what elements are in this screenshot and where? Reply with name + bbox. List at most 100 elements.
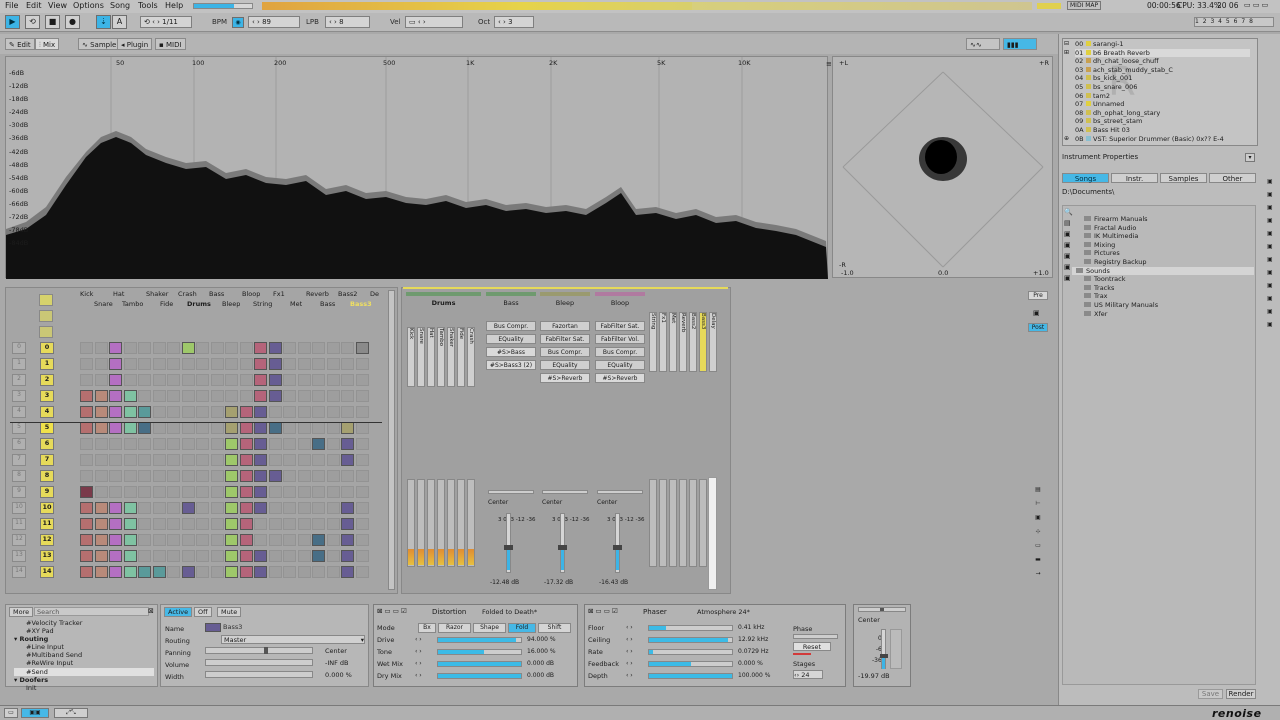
drum-track-strip[interactable]: Kick bbox=[407, 327, 415, 387]
track-color-swatch[interactable] bbox=[205, 623, 221, 632]
matrix-slot[interactable] bbox=[254, 374, 267, 386]
matrix-row-index[interactable]: 14 bbox=[12, 566, 26, 578]
matrix-slot[interactable] bbox=[109, 502, 122, 514]
matrix-slot[interactable] bbox=[312, 422, 325, 434]
window-buttons[interactable]: ▭ ▭ ▭ bbox=[1244, 1, 1268, 9]
matrix-slot[interactable] bbox=[355, 502, 369, 514]
matrix-slot[interactable] bbox=[167, 518, 180, 530]
matrix-row-index[interactable]: 7 bbox=[12, 454, 26, 466]
matrix-slot[interactable] bbox=[254, 342, 267, 354]
matrix-slot[interactable] bbox=[196, 454, 209, 466]
spectrum-menu-icon[interactable]: ≡ bbox=[826, 60, 832, 68]
matrix-row-index[interactable]: 4 bbox=[12, 406, 26, 418]
drum-track-strip[interactable]: Snare bbox=[417, 327, 425, 387]
param-spin[interactable]: ‹ › bbox=[626, 672, 633, 679]
song-overview[interactable] bbox=[262, 2, 1032, 10]
dsp-more-button[interactable]: More bbox=[9, 607, 34, 617]
matrix-slot[interactable] bbox=[109, 486, 122, 498]
matrix-slot[interactable] bbox=[268, 550, 282, 562]
matrix-slot[interactable] bbox=[152, 358, 166, 370]
matrix-slot[interactable] bbox=[123, 502, 137, 514]
matrix-slot[interactable] bbox=[167, 342, 180, 354]
matrix-slot[interactable] bbox=[326, 374, 340, 386]
folder-item[interactable]: Fractal Audio bbox=[1076, 224, 1254, 233]
tab-edit[interactable]: ✎ Edit bbox=[5, 38, 35, 50]
matrix-slot[interactable] bbox=[138, 566, 151, 578]
fx-slot[interactable]: Bus Compr. bbox=[486, 321, 536, 331]
instrument-item[interactable]: 08 dh_ophat_long_stary bbox=[1075, 109, 1250, 118]
matrix-pattern-number[interactable]: 11 bbox=[40, 518, 54, 530]
param-spin[interactable]: ‹ › bbox=[415, 636, 422, 643]
matrix-slot[interactable] bbox=[181, 566, 195, 578]
midi-map-indicator[interactable]: MIDI MAP bbox=[1067, 1, 1102, 10]
matrix-slot[interactable] bbox=[123, 470, 137, 482]
fx-slot[interactable]: Fazortan bbox=[540, 321, 590, 331]
matrix-slot[interactable] bbox=[94, 422, 108, 434]
matrix-pattern-number[interactable]: 10 bbox=[40, 502, 54, 514]
matrix-slot[interactable] bbox=[312, 518, 325, 530]
matrix-row-index[interactable]: 3 bbox=[12, 390, 26, 402]
matrix-slot[interactable] bbox=[297, 550, 311, 562]
matrix-slot[interactable] bbox=[268, 374, 282, 386]
close-icon[interactable]: ⊠ bbox=[148, 607, 154, 615]
matrix-slot[interactable] bbox=[181, 374, 195, 386]
matrix-slot[interactable] bbox=[355, 470, 369, 482]
matrix-slot[interactable] bbox=[326, 534, 340, 546]
matrix-slot[interactable] bbox=[167, 358, 180, 370]
matrix-pattern-number[interactable]: 9 bbox=[40, 486, 54, 498]
matrix-slot[interactable] bbox=[94, 470, 108, 482]
matrix-slot[interactable] bbox=[181, 390, 195, 402]
matrix-slot[interactable] bbox=[196, 534, 209, 546]
pan-slider[interactable] bbox=[542, 490, 588, 494]
matrix-slot[interactable] bbox=[283, 422, 296, 434]
matrix-slot[interactable] bbox=[326, 422, 340, 434]
matrix-slot[interactable] bbox=[109, 566, 122, 578]
matrix-row-index[interactable]: 2 bbox=[12, 374, 26, 386]
param-spin[interactable]: ‹ › bbox=[415, 660, 422, 667]
matrix-slot[interactable] bbox=[254, 518, 267, 530]
matrix-slot[interactable] bbox=[123, 550, 137, 562]
track-fader[interactable] bbox=[699, 479, 707, 567]
matrix-slot[interactable] bbox=[152, 422, 166, 434]
matrix-slot[interactable] bbox=[181, 534, 195, 546]
matrix-slot[interactable] bbox=[254, 358, 267, 370]
matrix-slot[interactable] bbox=[210, 454, 224, 466]
menu-file[interactable]: File bbox=[5, 1, 18, 10]
track-strip[interactable]: Reverb bbox=[679, 312, 687, 372]
track-strip[interactable]: Bass3 bbox=[699, 312, 707, 372]
matrix-slot[interactable] bbox=[109, 374, 122, 386]
pre-button[interactable]: Pre bbox=[1028, 291, 1048, 300]
drum-track-strip[interactable]: Crash bbox=[467, 327, 475, 387]
matrix-slot[interactable] bbox=[268, 406, 282, 418]
matrix-slot[interactable] bbox=[312, 502, 325, 514]
play-button[interactable]: ▶ bbox=[5, 15, 20, 29]
matrix-slot[interactable] bbox=[167, 534, 180, 546]
matrix-slot[interactable] bbox=[167, 454, 180, 466]
matrix-slot[interactable] bbox=[80, 566, 93, 578]
tab-scopes[interactable]: ∿∿ bbox=[966, 38, 1000, 50]
matrix-slot[interactable] bbox=[181, 518, 195, 530]
folder-item[interactable]: Registry Backup bbox=[1076, 258, 1254, 267]
matrix-slot[interactable] bbox=[138, 358, 151, 370]
matrix-slot[interactable] bbox=[94, 518, 108, 530]
matrix-slot[interactable] bbox=[283, 390, 296, 402]
matrix-slot[interactable] bbox=[210, 438, 224, 450]
pan-slider[interactable] bbox=[597, 490, 643, 494]
matrix-slot[interactable] bbox=[239, 486, 253, 498]
matrix-slot[interactable] bbox=[138, 470, 151, 482]
fx-slot[interactable]: FabFilter Sat. bbox=[595, 321, 645, 331]
matrix-slot[interactable] bbox=[181, 438, 195, 450]
matrix-row-index[interactable]: 11 bbox=[12, 518, 26, 530]
tab-midi[interactable]: ▪ MIDI bbox=[155, 38, 186, 50]
matrix-slot[interactable] bbox=[80, 390, 93, 402]
matrix-slot[interactable] bbox=[80, 422, 93, 434]
matrix-slot[interactable] bbox=[326, 358, 340, 370]
dsp-item[interactable]: ▾ Routing bbox=[14, 635, 154, 643]
matrix-slot[interactable] bbox=[80, 486, 93, 498]
matrix-slot[interactable] bbox=[355, 374, 369, 386]
device-header-icons[interactable]: ⊠ ▭ ▭ ☑ bbox=[377, 607, 407, 615]
fx-slot[interactable]: #S>Bass bbox=[486, 347, 536, 357]
matrix-slot[interactable] bbox=[297, 566, 311, 578]
matrix-slot[interactable] bbox=[326, 438, 340, 450]
matrix-slot[interactable] bbox=[123, 422, 137, 434]
